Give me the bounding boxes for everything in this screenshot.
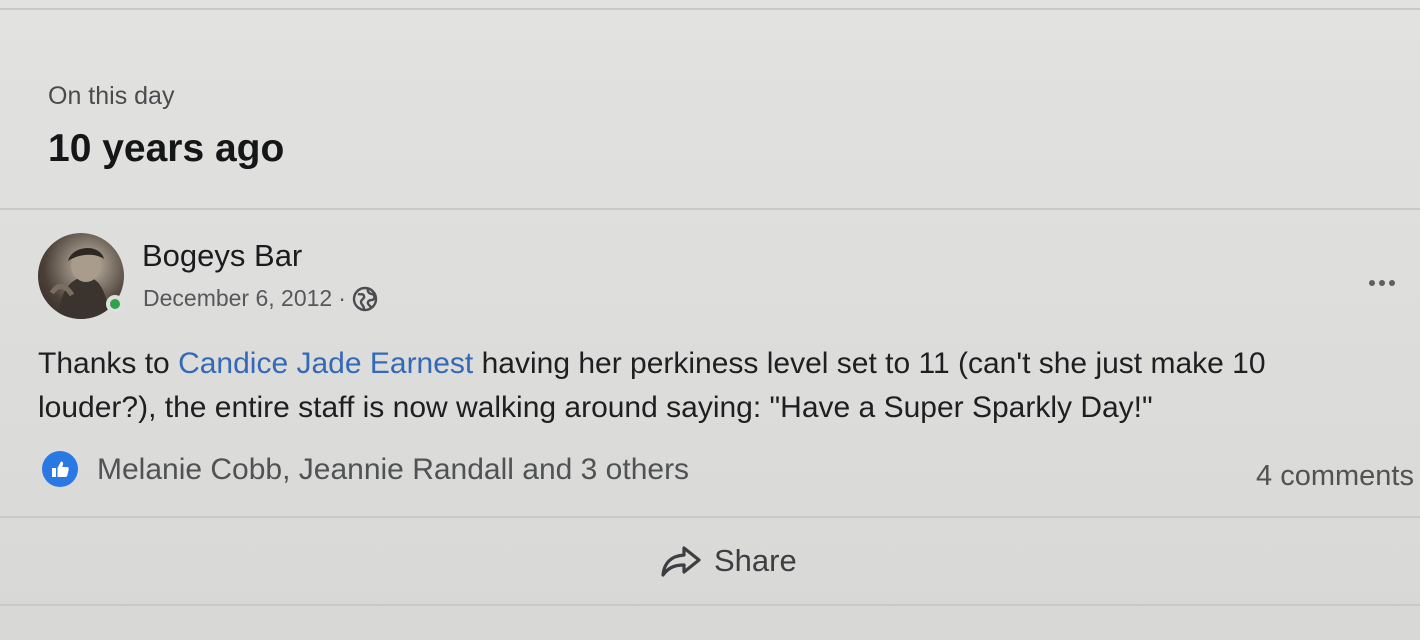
more-options-button[interactable]: [1358, 268, 1406, 298]
actions-divider: [0, 516, 1420, 518]
memory-eyebrow: On this day: [48, 82, 175, 110]
memory-headline: 10 years ago: [48, 127, 285, 170]
memory-card: On this day 10 years ago Bogeys Bar Dece…: [0, 0, 1420, 640]
post-body: Thanks to Candice Jade Earnest having he…: [38, 342, 1378, 430]
author-avatar[interactable]: [38, 233, 124, 319]
more-options-icon: [1367, 280, 1397, 286]
comments-count[interactable]: 4 comments: [1256, 460, 1414, 493]
post-meta: December 6, 2012 ·: [143, 285, 378, 312]
share-icon: [661, 546, 701, 577]
globe-icon: [352, 286, 378, 311]
post-author[interactable]: Bogeys Bar: [142, 238, 302, 274]
share-label: Share: [714, 543, 797, 578]
header-divider: [0, 208, 1420, 210]
bottom-divider: [0, 604, 1420, 606]
like-icon: [42, 451, 78, 487]
top-divider: [0, 8, 1420, 10]
reactions-summary[interactable]: Melanie Cobb, Jeannie Randall and 3 othe…: [97, 453, 689, 487]
mention-link[interactable]: Candice Jade Earnest: [178, 347, 473, 380]
share-button[interactable]: Share: [660, 536, 797, 586]
online-status-dot: [106, 295, 124, 313]
meta-separator: ·: [338, 285, 346, 311]
post-date[interactable]: December 6, 2012: [143, 285, 332, 312]
post-body-lead: Thanks to: [38, 347, 179, 380]
